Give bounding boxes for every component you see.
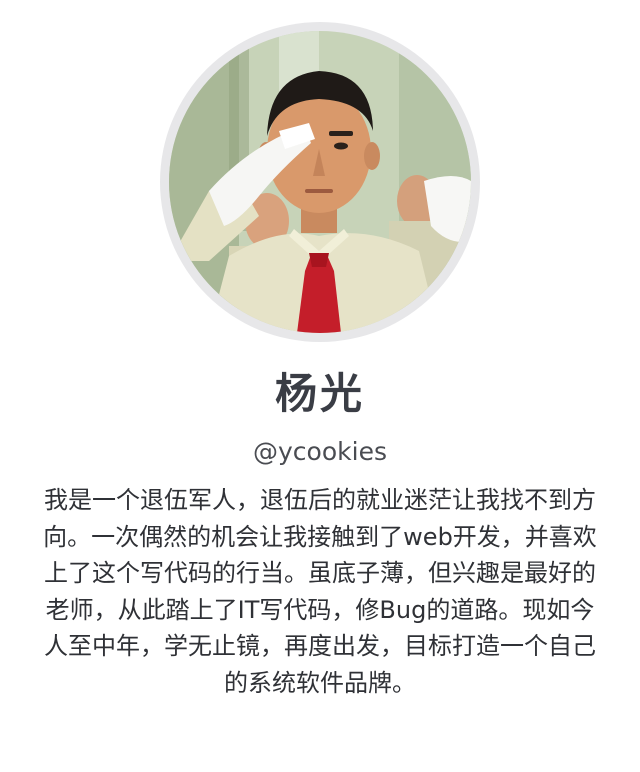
avatar-photo-icon — [169, 31, 471, 333]
bio-text: 我是一个退伍军人，退伍后的就业迷茫让我找不到方向。一次偶然的机会让我接触到了we… — [43, 486, 597, 697]
display-name: 杨光 — [274, 369, 365, 418]
avatar-ring — [160, 22, 480, 342]
username[interactable]: @ycookies — [253, 436, 387, 468]
avatar[interactable] — [169, 31, 471, 333]
profile-card: 杨光 @ycookies 我是一个退伍军人，退伍后的就业迷茫让我找不到方向。一次… — [0, 0, 640, 772]
